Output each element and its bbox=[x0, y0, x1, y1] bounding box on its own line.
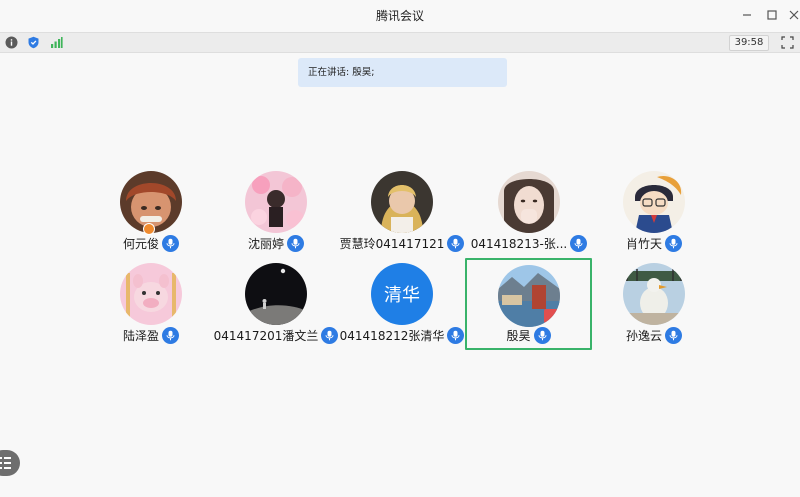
participant-name-row: 肖竹天 bbox=[591, 234, 717, 252]
participant-name: 殷昊 bbox=[506, 328, 531, 343]
participant-name-row: 贾慧玲041417121 bbox=[339, 234, 465, 252]
participant-name: 孙逸云 bbox=[625, 328, 662, 343]
participant-tile[interactable]: 沈丽婷 bbox=[213, 171, 339, 263]
avatar: 清华 bbox=[371, 263, 433, 325]
participant-name: 沈丽婷 bbox=[247, 236, 284, 251]
avatar bbox=[497, 265, 560, 327]
participant-tile[interactable]: 肖竹天 bbox=[591, 171, 717, 263]
participant-name-row: 041417201潘文兰 bbox=[213, 326, 339, 344]
mic-icon[interactable] bbox=[447, 234, 465, 252]
avatar bbox=[245, 263, 307, 325]
participant-name: 041418213-张... bbox=[470, 236, 568, 251]
participant-name-row: 041418212张清华 bbox=[339, 326, 465, 344]
participant-tile[interactable]: 何元俊 bbox=[88, 171, 214, 263]
participant-name-row: 陆泽盈 bbox=[88, 326, 214, 344]
participant-grid: 何元俊 沈丽婷 贾慧玲041417121 041418213-张... 肖竹天 … bbox=[0, 0, 800, 497]
participant-name-row: 沈丽婷 bbox=[213, 234, 339, 252]
mic-icon[interactable] bbox=[162, 326, 179, 344]
participant-name: 何元俊 bbox=[122, 236, 159, 251]
participant-name-row: 041418213-张... bbox=[466, 234, 592, 252]
avatar-text: 清华 bbox=[384, 285, 420, 306]
participant-tile-active[interactable]: 殷昊 bbox=[465, 258, 592, 350]
avatar bbox=[623, 263, 685, 325]
participant-name: 肖竹天 bbox=[625, 236, 662, 251]
participant-tile[interactable]: 清华 041418212张清华 bbox=[339, 263, 465, 355]
avatar bbox=[623, 171, 685, 233]
participant-name: 贾慧玲041417121 bbox=[339, 236, 445, 251]
mic-icon[interactable] bbox=[665, 326, 682, 344]
participant-name-row: 何元俊 bbox=[88, 234, 214, 252]
mic-icon[interactable] bbox=[321, 326, 339, 344]
participant-tile[interactable]: 041417201潘文兰 bbox=[213, 263, 339, 355]
participant-name: 041417201潘文兰 bbox=[213, 328, 319, 343]
participant-tile[interactable]: 孙逸云 bbox=[591, 263, 717, 355]
menu-icon bbox=[0, 457, 11, 469]
mic-icon[interactable] bbox=[162, 234, 179, 252]
avatar bbox=[120, 263, 182, 325]
mic-icon[interactable] bbox=[533, 326, 551, 344]
participant-tile[interactable]: 041418213-张... bbox=[466, 171, 592, 263]
mic-icon[interactable] bbox=[447, 326, 465, 344]
participant-name-row: 殷昊 bbox=[467, 326, 590, 344]
avatar bbox=[498, 171, 560, 233]
mic-icon[interactable] bbox=[287, 234, 304, 252]
mic-icon[interactable] bbox=[570, 234, 588, 252]
participant-tile[interactable]: 贾慧玲041417121 bbox=[339, 171, 465, 263]
mic-icon[interactable] bbox=[665, 234, 682, 252]
avatar bbox=[371, 171, 433, 233]
participant-name: 041418212张清华 bbox=[339, 328, 445, 343]
avatar bbox=[245, 171, 307, 233]
member-list-button[interactable] bbox=[0, 450, 20, 476]
participant-name-row: 孙逸云 bbox=[591, 326, 717, 344]
participant-tile[interactable]: 陆泽盈 bbox=[88, 263, 214, 355]
participant-name: 陆泽盈 bbox=[122, 328, 159, 343]
